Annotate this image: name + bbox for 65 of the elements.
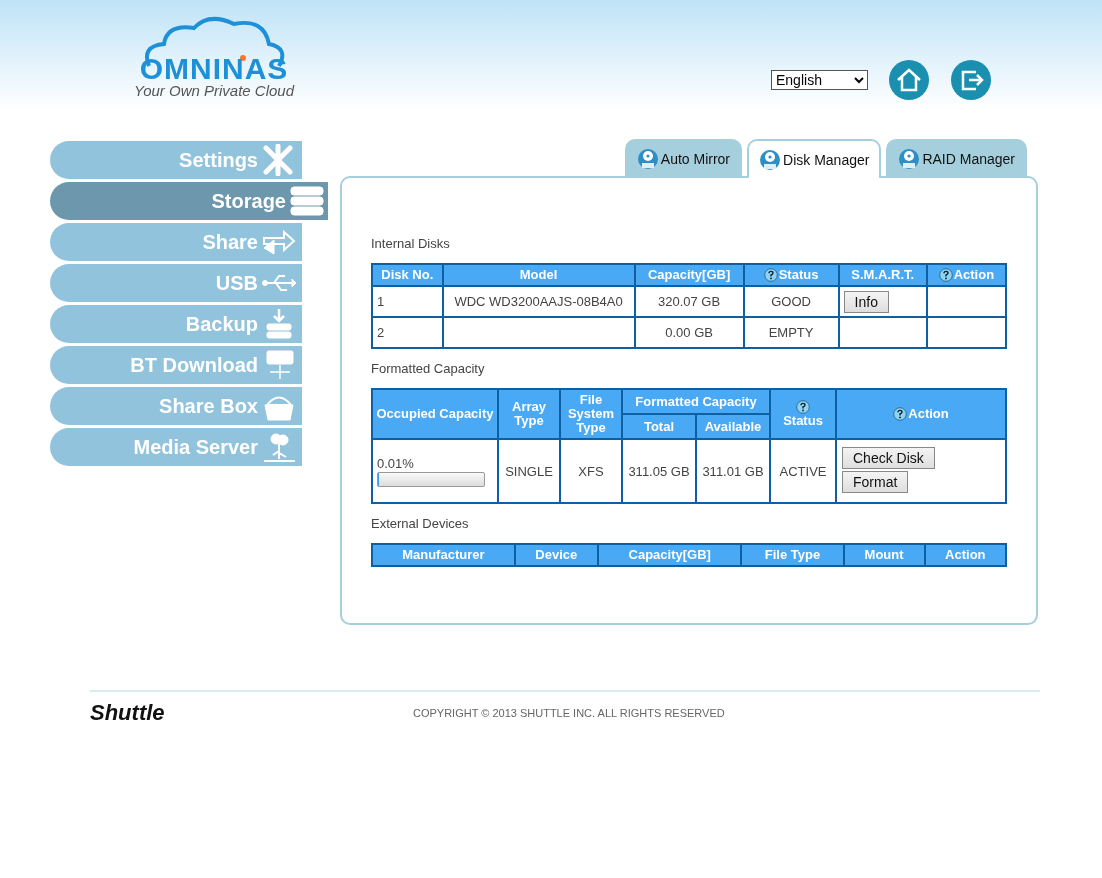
column-header: Status <box>770 389 836 439</box>
action-button[interactable]: Check Disk <box>842 447 935 469</box>
column-header: File Type <box>741 544 844 566</box>
copyright-text: COPYRIGHT © 2013 SHUTTLE INC. ALL RIGHTS RESERVED <box>413 707 725 719</box>
sidebar-item[interactable]: Settings <box>50 141 302 179</box>
table-cell: ACTIVE <box>770 439 836 503</box>
table-cell: SINGLE <box>498 439 560 503</box>
table-cell: 311.01 GB <box>696 439 770 503</box>
help-icon[interactable] <box>795 400 810 414</box>
tab[interactable]: Disk Manager <box>747 139 882 178</box>
column-header: Formatted Capacity <box>622 389 770 414</box>
column-header: Manufacturer <box>372 544 515 566</box>
column-header: Array Type <box>498 389 560 439</box>
table-cell: XFS <box>560 439 622 503</box>
table-cell: 2 <box>372 317 443 348</box>
column-header: Occupied Capacity <box>372 389 498 439</box>
help-icon[interactable] <box>938 268 953 282</box>
tab[interactable]: Auto Mirror <box>624 139 743 176</box>
section-title: Formatted Capacity <box>371 361 486 376</box>
sidebar-item[interactable]: Share <box>50 223 302 261</box>
column-header: Action <box>836 389 1006 439</box>
column-header: Status <box>743 264 839 286</box>
sidebar-item[interactable]: Storage <box>50 182 328 220</box>
column-header: Action <box>924 544 1006 566</box>
help-icon[interactable] <box>763 268 778 282</box>
language-select[interactable]: English <box>771 70 868 90</box>
sidebar-item[interactable]: Share Box <box>50 387 302 425</box>
table-cell: WDC WD3200AAJS-08B4A0 <box>442 286 635 317</box>
logo-tagline: Your Own Private Cloud <box>133 82 295 100</box>
table-cell: EMPTY <box>743 317 839 348</box>
column-header: Disk No. <box>372 264 443 286</box>
help-icon[interactable] <box>893 407 908 421</box>
home-icon[interactable] <box>888 59 930 101</box>
column-header: Capacity[GB] <box>597 544 742 566</box>
media-server-icon <box>262 431 296 463</box>
info-button[interactable]: Info <box>843 290 889 313</box>
storage-icon <box>290 185 324 217</box>
section-title: External Devices <box>371 516 470 531</box>
usage-percent: 0.01% <box>377 455 415 471</box>
table-cell: 0.00 GB <box>634 317 744 348</box>
column-header: Model <box>442 264 635 286</box>
sidebar-item[interactable]: USB <box>50 264 302 302</box>
sidebar-item[interactable]: BT Download <box>50 346 302 384</box>
column-header: File System Type <box>560 389 622 439</box>
section-title: Internal Disks <box>371 236 451 251</box>
disk-icon <box>898 147 921 170</box>
table-cell: GOOD <box>743 286 839 317</box>
column-header: Action <box>926 264 1006 286</box>
sidebar-item[interactable]: Media Server <box>50 428 302 466</box>
logout-icon[interactable] <box>950 59 992 101</box>
table-cell: 320.07 GB <box>634 286 744 317</box>
tools-icon <box>262 144 296 176</box>
footer-logo: Shuttle <box>90 700 166 726</box>
table-cell: 1 <box>372 286 443 317</box>
column-header: S.M.A.R.T. <box>838 264 927 286</box>
sidebar-item[interactable]: Backup <box>50 305 302 343</box>
action-button[interactable]: Format <box>842 471 909 493</box>
column-header: Mount <box>843 544 925 566</box>
disk-icon <box>636 147 659 170</box>
tab[interactable]: RAID Manager <box>886 139 1027 176</box>
logo-wordmark: OMNINAS <box>139 56 289 82</box>
table-cell: 311.05 GB <box>622 439 696 503</box>
column-header: Capacity[GB] <box>634 264 744 286</box>
column-header: Device <box>514 544 598 566</box>
disk-icon <box>759 148 782 171</box>
